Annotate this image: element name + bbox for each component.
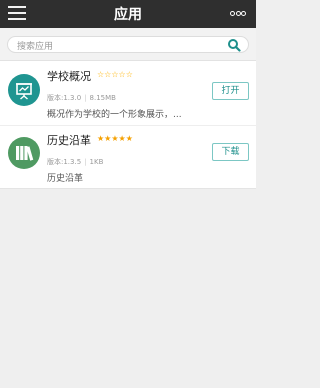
books-icon bbox=[8, 137, 40, 169]
list-item[interactable]: 学校概况 ☆☆☆☆☆ 版本:1.3.0 | 8.15MB 概况作为学校的一个形象展示… bbox=[0, 61, 256, 126]
search-icon[interactable] bbox=[227, 38, 241, 52]
app-name: 历史沿革 bbox=[47, 134, 91, 147]
app-meta: 版本:1.3.0 | 8.15MB bbox=[47, 93, 116, 103]
top-bar: 应用 bbox=[0, 0, 256, 28]
meta-divider: | bbox=[84, 94, 87, 102]
app-size: 8.15MB bbox=[89, 94, 116, 102]
search-input[interactable]: 搜索应用 bbox=[7, 36, 249, 53]
app-meta: 版本:1.3.5 | 1KB bbox=[47, 157, 103, 167]
search-placeholder: 搜索应用 bbox=[17, 42, 54, 52]
app-description: 历史沿革 bbox=[47, 174, 84, 184]
rating-stars: ☆☆☆☆☆ bbox=[97, 70, 133, 79]
list-item[interactable]: 历史沿革 ★★★★★ 版本:1.3.5 | 1KB 历史沿革 下载 bbox=[0, 125, 256, 189]
search-bar: 搜索应用 bbox=[0, 28, 256, 61]
download-button[interactable]: 下载 bbox=[212, 143, 249, 161]
app-version: 版本:1.3.5 bbox=[47, 158, 82, 166]
more-dots-icon[interactable] bbox=[230, 11, 246, 17]
app-name: 学校概况 bbox=[47, 70, 91, 83]
app-list: 学校概况 ☆☆☆☆☆ 版本:1.3.0 | 8.15MB 概况作为学校的一个形象展示… bbox=[0, 61, 256, 189]
meta-divider: | bbox=[84, 158, 87, 166]
presentation-board-icon bbox=[8, 74, 40, 106]
app-description: 概况作为学校的一个形象展示，... bbox=[47, 110, 182, 120]
page-title: 应用 bbox=[114, 7, 142, 23]
open-button[interactable]: 打开 bbox=[212, 82, 249, 100]
app-size: 1KB bbox=[89, 158, 104, 166]
rating-stars: ★★★★★ bbox=[97, 134, 133, 143]
app-version: 版本:1.3.0 bbox=[47, 94, 82, 102]
